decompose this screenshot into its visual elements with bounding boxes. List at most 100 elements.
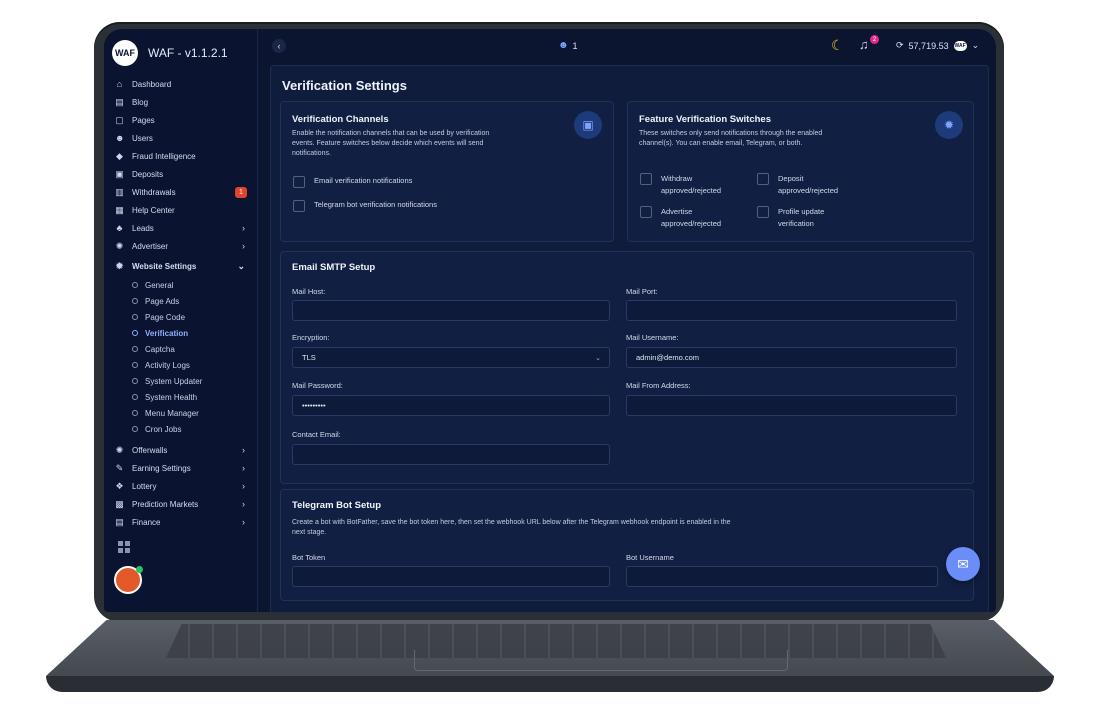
sidebar-item-fraud-intelligence[interactable]: ◆ Fraud Intelligence xyxy=(104,147,257,165)
apps-grid-icon[interactable] xyxy=(118,541,130,553)
sidebar-item-blog[interactable]: ▤ Blog xyxy=(104,93,257,111)
card-description: Create a bot with BotFather, save the bo… xyxy=(292,519,731,536)
sidebar-subitem-cron-jobs[interactable]: Cron Jobs xyxy=(104,421,257,437)
bot-token-label: Bot Token xyxy=(292,553,326,562)
option-label: Withdraw approved/rejected xyxy=(661,174,722,195)
lottery-icon: ❖ xyxy=(115,480,124,491)
chat-icon[interactable]: ✉ xyxy=(946,547,980,581)
mail-host-input[interactable] xyxy=(292,300,610,321)
sidebar-subitem-system-updater[interactable]: System Updater xyxy=(104,373,257,389)
sidebar-item-users[interactable]: ☻ Users xyxy=(104,129,257,147)
sidebar-item-help-center[interactable]: ▦ Help Center xyxy=(104,201,257,219)
circle-icon xyxy=(132,314,138,320)
card-title: Email SMTP Setup xyxy=(292,262,376,273)
withdrawals-count-badge: 1 xyxy=(235,186,247,198)
sidebar-item-offerwalls[interactable]: ✺ Offerwalls › xyxy=(104,441,257,459)
sidebar-item-label: Website Settings xyxy=(132,261,197,271)
sidebar-item-deposits[interactable]: ▣ Deposits xyxy=(104,165,257,183)
checkbox[interactable] xyxy=(293,176,305,188)
checkbox[interactable] xyxy=(757,173,769,185)
sidebar-item-pages[interactable]: ▢ Pages xyxy=(104,111,257,129)
email-verification-option[interactable]: Email verification notifications xyxy=(293,176,412,188)
sidebar-subitem-activity-logs[interactable]: Activity Logs xyxy=(104,357,257,373)
mail-password-input[interactable]: ••••••••• xyxy=(292,395,610,416)
finance-icon: ▤ xyxy=(115,516,124,527)
sidebar-subitem-captcha[interactable]: Captcha xyxy=(104,341,257,357)
mail-port-input[interactable] xyxy=(626,300,957,321)
advertise-switch[interactable]: Advertise approved/rejected xyxy=(640,206,740,230)
mail-from-input[interactable] xyxy=(626,395,957,416)
sidebar-item-withdrawals[interactable]: ▥ Withdrawals 1 xyxy=(104,183,257,201)
contact-email-input[interactable] xyxy=(292,444,610,465)
chevron-right-icon: › xyxy=(242,223,245,233)
mail-port-label: Mail Port: xyxy=(626,287,658,296)
fraud-icon: ◆ xyxy=(116,150,123,161)
deposit-switch[interactable]: Deposit approved/rejected xyxy=(757,173,857,197)
checkbox[interactable] xyxy=(757,206,769,218)
sidebar-item-advertiser[interactable]: ✺ Advertiser › xyxy=(104,237,257,255)
users-icon: ☻ xyxy=(558,40,569,51)
pages-icon: ▢ xyxy=(115,114,124,125)
home-icon: ⌂ xyxy=(116,78,123,89)
sidebar-item-website-settings[interactable]: ✹ Website Settings ⌄ xyxy=(104,255,257,277)
sidebar-item-leads[interactable]: ♣ Leads › xyxy=(104,219,257,237)
sidebar-subitem-verification[interactable]: Verification xyxy=(104,325,257,341)
sidebar-subitem-label: Activity Logs xyxy=(145,360,190,370)
encryption-select[interactable]: TLS ⌄ xyxy=(292,347,610,368)
sidebar-item-label: Fraud Intelligence xyxy=(132,151,196,161)
sidebar-subitem-label: Verification xyxy=(145,328,189,338)
circle-icon xyxy=(132,410,138,416)
brand[interactable]: WAF WAF - v1.1.2.1 xyxy=(112,39,228,67)
sidebar-subitem-label: Captcha xyxy=(145,344,175,354)
moon-icon[interactable]: ☾ xyxy=(831,37,844,54)
sidebar-item-dashboard[interactable]: ⌂ Dashboard xyxy=(104,75,257,93)
sidebar-subitem-general[interactable]: General xyxy=(104,277,257,293)
sidebar-subitem-system-health[interactable]: System Health xyxy=(104,389,257,405)
option-label: Email verification notifications xyxy=(314,176,413,185)
bot-token-input[interactable] xyxy=(292,566,610,587)
topbar: ‹ ☻ 1 ☾ ♫ 2 ⟳ 57,719.53 WAF ⌄ xyxy=(258,29,996,63)
checkbox[interactable] xyxy=(640,206,652,218)
app-title: WAF - v1.1.2.1 xyxy=(148,46,228,60)
profile-update-switch[interactable]: Profile update verification xyxy=(757,206,857,230)
online-users[interactable]: ☻ 1 xyxy=(558,40,578,51)
page-title: Verification Settings xyxy=(282,78,407,93)
collapse-sidebar-button[interactable]: ‹ xyxy=(272,39,286,53)
app-screen: WAF WAF - v1.1.2.1 ⌂ Dashboard ▤ Blog ▢ Pag… xyxy=(104,29,996,612)
mail-host-label: Mail Host: xyxy=(292,287,326,296)
image-icon: ▣ xyxy=(574,111,602,139)
balance-display[interactable]: ⟳ 57,719.53 WAF ⌄ xyxy=(896,40,979,51)
feature-switches-card: Feature Verification Switches These swit… xyxy=(627,101,974,242)
card-title: Feature Verification Switches xyxy=(639,114,771,125)
mail-username-input[interactable]: admin@demo.com xyxy=(626,347,957,368)
sidebar-subitem-label: Page Ads xyxy=(145,296,180,306)
sidebar-item-finance[interactable]: ▤ Finance › xyxy=(104,513,257,531)
withdraw-switch[interactable]: Withdraw approved/rejected xyxy=(640,173,740,197)
verification-channels-card: Verification Channels Enable the notific… xyxy=(280,101,614,242)
sidebar-subitem-menu-manager[interactable]: Menu Manager xyxy=(104,405,257,421)
sidebar-item-lottery[interactable]: ❖ Lottery › xyxy=(104,477,257,495)
checkbox[interactable] xyxy=(293,200,305,212)
sidebar-subitem-page-ads[interactable]: Page Ads xyxy=(104,293,257,309)
sidebar-item-earning-settings[interactable]: ✎ Earning Settings › xyxy=(104,459,257,477)
chevron-right-icon: › xyxy=(242,445,245,455)
deposits-icon: ▣ xyxy=(115,168,124,179)
sidebar-subitem-page-code[interactable]: Page Code xyxy=(104,309,257,325)
chevron-right-icon: › xyxy=(242,463,245,473)
user-avatar[interactable] xyxy=(114,566,143,594)
refresh-icon[interactable]: ⟳ xyxy=(896,40,904,51)
chevron-right-icon: › xyxy=(242,499,245,509)
prediction-icon: ▩ xyxy=(115,498,124,509)
bell-icon[interactable]: ♫ xyxy=(859,37,869,52)
bot-username-label: Bot Username xyxy=(626,553,674,562)
card-title: Telegram Bot Setup xyxy=(292,500,382,511)
contact-email-label: Contact Email: xyxy=(292,430,341,439)
telegram-verification-option[interactable]: Telegram bot verification notifications xyxy=(293,200,437,212)
chevron-down-icon[interactable]: ⌄ xyxy=(972,40,980,51)
sidebar-item-label: Offerwalls xyxy=(132,445,168,455)
checkbox[interactable] xyxy=(640,173,652,185)
sidebar-item-prediction-markets[interactable]: ▩ Prediction Markets › xyxy=(104,495,257,513)
bot-username-input[interactable] xyxy=(626,566,938,587)
option-label: Profile update verification xyxy=(778,207,825,228)
users-icon: ☻ xyxy=(115,132,125,143)
